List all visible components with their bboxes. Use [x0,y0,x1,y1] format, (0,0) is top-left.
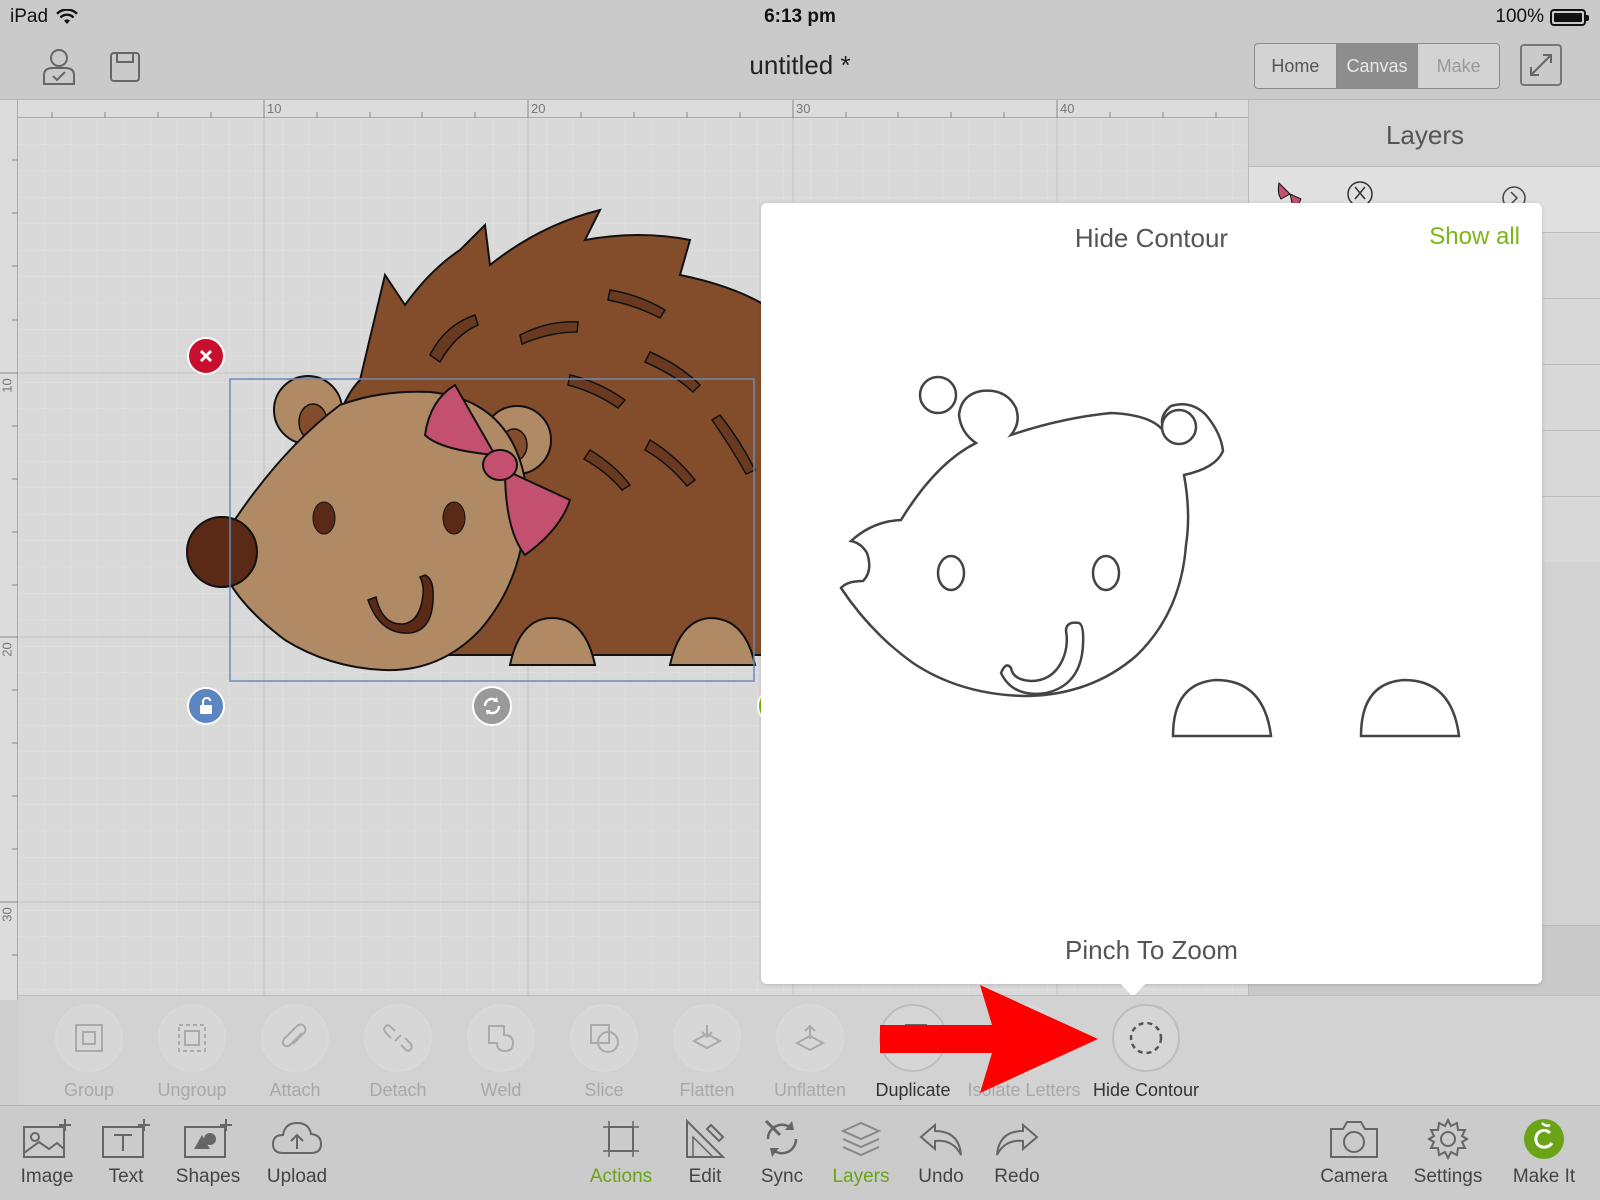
camera-icon [1330,1121,1378,1158]
hide-contour-popover: Hide Contour Show all Pinch To Zoom [761,203,1542,997]
action-label: Flatten [679,1080,735,1100]
action-label: Unflatten [773,1080,847,1100]
actions-toolbar: Group Ungroup Attach Detach Weld Slice F… [18,995,1600,1105]
fullscreen-button[interactable] [1520,44,1562,86]
gear-icon [1427,1117,1469,1161]
layers-icon [840,1121,882,1157]
pinch-to-zoom-hint: Pinch To Zoom [1065,935,1238,965]
tool-label: Actions [589,1166,653,1187]
settings-button[interactable]: Settings [1403,1114,1493,1188]
mode-tabs: Home Canvas Make [1254,43,1500,89]
tool-label: Sync [760,1166,804,1187]
image-add-icon [23,1119,71,1158]
lock-handle[interactable] [187,687,225,725]
tool-label: Make It [1512,1166,1576,1187]
text-add-icon [102,1119,150,1158]
upload-cloud-icon [271,1121,323,1154]
camera-button[interactable]: Camera [1309,1114,1399,1188]
tool-label: Text [108,1166,144,1187]
clock: 6:13 pm [764,6,836,27]
tool-label: Settings [1413,1166,1483,1187]
action-label: Group [63,1080,115,1100]
top-bar: untitled * Home Canvas Make [0,34,1600,100]
action-label: Weld [480,1080,522,1100]
contour-preview[interactable] [761,323,1542,883]
delete-handle[interactable] [187,337,225,375]
rotate-handle[interactable] [472,686,512,726]
paperclip-icon [281,1023,307,1048]
redo-icon [996,1122,1039,1156]
tool-label: Upload [266,1166,328,1187]
shapes-button[interactable]: Shapes [163,1114,253,1188]
group-icon [75,1024,103,1052]
action-label: Detach [369,1080,427,1100]
bottom-toolbar: Image Text Shapes Upload Actions Edit Sy… [0,1105,1600,1200]
unflatten-button[interactable]: Unflatten [758,1004,862,1101]
edit-ruler-icon [686,1118,726,1158]
slice-icon [590,1024,619,1053]
tab-canvas[interactable]: Canvas [1336,44,1419,88]
sync-icon [764,1119,798,1157]
action-label: Slice [584,1080,624,1100]
group-button[interactable]: Group [37,1004,141,1101]
undo-icon [919,1122,962,1156]
weld-button[interactable]: Weld [449,1004,553,1101]
status-bar: iPad 6:13 pm 100% [0,0,1600,34]
actions-tool-button[interactable]: Actions [576,1114,666,1188]
action-label: Hide Contour [1092,1080,1200,1100]
hide-contour-icon [1129,1021,1163,1055]
tool-label: Image [20,1166,74,1187]
unflatten-icon [794,1024,826,1052]
hide-contour-button[interactable]: Hide Contour [1084,1004,1208,1101]
flatten-icon [691,1025,723,1050]
expand-icon [1530,54,1552,76]
annotation-arrow [880,985,1098,1093]
ungroup-icon [178,1024,206,1052]
shapes-add-icon [184,1119,232,1158]
make-it-button[interactable]: Make It [1499,1114,1589,1188]
tool-label: Shapes [175,1166,241,1187]
actions-icon [603,1121,639,1157]
battery-icon [1550,8,1589,26]
weld-icon [488,1025,515,1053]
close-icon [199,349,213,363]
image-button[interactable]: Image [2,1114,92,1188]
upload-button[interactable]: Upload [252,1114,342,1188]
show-all-button[interactable]: Show all [1429,223,1520,251]
make-it-icon [1524,1119,1564,1159]
redo-button[interactable]: Redo [972,1114,1062,1188]
text-button[interactable]: Text [81,1114,171,1188]
attach-button[interactable]: Attach [243,1004,347,1101]
tool-label: Redo [994,1166,1040,1187]
detach-icon [383,1024,413,1052]
tab-home[interactable]: Home [1255,44,1337,88]
sync-button[interactable]: Sync [737,1114,827,1188]
layers-panel-title: Layers [1385,120,1465,150]
battery-percent: 100% [1495,6,1544,27]
action-label: Attach [269,1080,321,1100]
rotate-icon [483,697,501,715]
slice-button[interactable]: Slice [552,1004,656,1101]
tool-label: Camera [1320,1166,1388,1187]
tab-make[interactable]: Make [1418,44,1499,88]
flatten-button[interactable]: Flatten [655,1004,759,1101]
tool-label: Layers [832,1166,890,1187]
unlock-icon [200,697,212,714]
ungroup-button[interactable]: Ungroup [140,1004,244,1101]
popover-title: Hide Contour [1074,223,1229,253]
layers-tool-button[interactable]: Layers [816,1114,906,1188]
action-label: Ungroup [157,1080,227,1100]
detach-button[interactable]: Detach [346,1004,450,1101]
